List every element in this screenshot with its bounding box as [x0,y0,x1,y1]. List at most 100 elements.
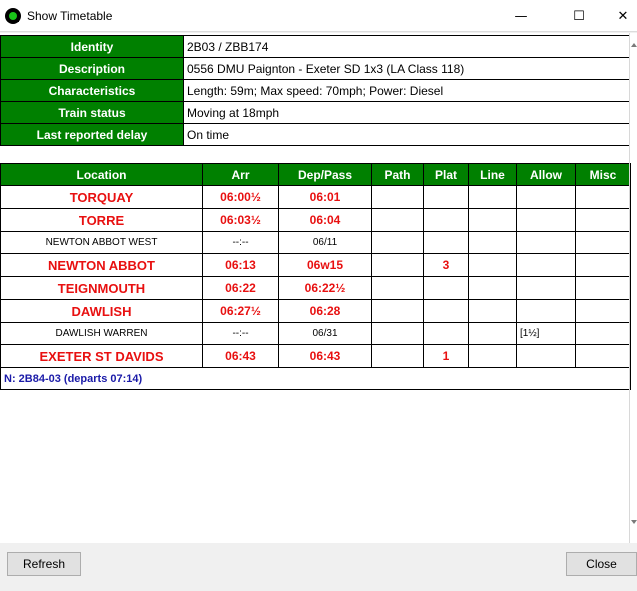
cell-plat [423,185,469,209]
cell-path [371,299,424,323]
train-info-table: Identity 2B03 / ZBB174 Description 0556 DMU… [0,35,630,146]
cell-misc [575,299,631,323]
timetable-header-row: Location Arr Dep/Pass Path Plat Line Allow Misc [0,163,631,186]
info-row: Last reported delay On time [0,123,630,146]
cell-location: EXETER ST DAVIDS [0,344,203,368]
cell-allow [516,185,576,209]
cell-misc [575,185,631,209]
cell-allow [516,208,576,232]
cell-line [468,276,517,300]
info-label: Last reported delay [0,123,184,146]
cell-allow [516,253,576,277]
cell-path [371,276,424,300]
info-row: Train status Moving at 18mph [0,101,630,124]
window-title: Show Timetable [27,9,113,23]
refresh-button[interactable]: Refresh [7,552,81,576]
next-working: N: 2B84-03 (departs 07:14) [0,367,631,390]
cell-location: DAWLISH WARREN [0,322,203,345]
cell-line [468,253,517,277]
cell-path [371,322,424,345]
cell-misc [575,231,631,254]
info-value: On time [183,123,630,146]
scroll-up-arrow-icon[interactable] [631,43,637,47]
cell-dep: 06/11 [278,231,372,254]
cell-plat [423,276,469,300]
app-icon [5,8,21,24]
info-value: 0556 DMU Paignton - Exeter SD 1x3 (LA Cl… [183,57,630,80]
cell-line [468,231,517,254]
column-header: Allow [516,163,576,186]
cell-arr: 06:22 [202,276,279,300]
cell-path [371,231,424,254]
close-button[interactable]: Close [566,552,637,576]
cell-dep: 06w15 [278,253,372,277]
cell-location: NEWTON ABBOT [0,253,203,277]
close-window-button[interactable]: ✕ [600,0,637,32]
cell-dep: 06:43 [278,344,372,368]
info-row: Identity 2B03 / ZBB174 [0,35,630,58]
cell-arr: 06:13 [202,253,279,277]
column-header: Arr [202,163,279,186]
column-header: Line [468,163,517,186]
cell-dep: 06:01 [278,185,372,209]
cell-dep: 06:22½ [278,276,372,300]
cell-dep: 06:04 [278,208,372,232]
cell-allow [516,276,576,300]
timetable-row: TORRE 06:03½ 06:04 [0,208,631,232]
cell-plat [423,208,469,232]
info-label: Characteristics [0,79,184,102]
timetable-row: EXETER ST DAVIDS 06:43 06:43 1 [0,344,631,368]
cell-arr: 06:43 [202,344,279,368]
cell-allow [516,299,576,323]
cell-line [468,344,517,368]
cell-location: TEIGNMOUTH [0,276,203,300]
cell-location: TORQUAY [0,185,203,209]
next-working-row: N: 2B84-03 (departs 07:14) [0,367,631,390]
title-bar: Show Timetable — ☐ ✕ [0,0,637,32]
cell-arr: 06:00½ [202,185,279,209]
cell-path [371,253,424,277]
minimize-button[interactable]: — [498,0,544,32]
cell-arr: 06:03½ [202,208,279,232]
cell-arr: 06:27½ [202,299,279,323]
column-header: Location [0,163,203,186]
cell-dep: 06/31 [278,322,372,345]
column-header: Dep/Pass [278,163,372,186]
cell-plat: 3 [423,253,469,277]
column-header: Plat [423,163,469,186]
cell-misc [575,276,631,300]
cell-misc [575,253,631,277]
cell-line [468,322,517,345]
cell-misc [575,208,631,232]
timetable-row: TORQUAY 06:00½ 06:01 [0,185,631,209]
cell-line [468,208,517,232]
maximize-button[interactable]: ☐ [556,0,602,32]
cell-arr: --:-- [202,322,279,345]
info-label: Description [0,57,184,80]
column-header: Misc [575,163,631,186]
info-row: Characteristics Length: 59m; Max speed: 7… [0,79,630,102]
cell-arr: --:-- [202,231,279,254]
info-label: Identity [0,35,184,58]
info-value: Length: 59m; Max speed: 70mph; Power: Di… [183,79,630,102]
info-row: Description 0556 DMU Paignton - Exeter SD… [0,57,630,80]
timetable-table: Location Arr Dep/Pass Path Plat Line Allow Misc… [0,163,631,390]
cell-misc [575,344,631,368]
column-header: Path [371,163,424,186]
cell-allow: [1½] [516,322,576,345]
cell-path [371,185,424,209]
info-label: Train status [0,101,184,124]
cell-plat [423,299,469,323]
cell-allow [516,344,576,368]
cell-plat [423,322,469,345]
scrollbar-track[interactable] [629,33,630,543]
cell-location: TORRE [0,208,203,232]
timetable-row: DAWLISH 06:27½ 06:28 [0,299,631,323]
scroll-down-arrow-icon[interactable] [631,520,637,524]
cell-path [371,208,424,232]
info-value: Moving at 18mph [183,101,630,124]
timetable-panel: Identity 2B03 / ZBB174 Description 0556 DMU… [0,33,637,543]
cell-line [468,185,517,209]
cell-plat: 1 [423,344,469,368]
cell-line [468,299,517,323]
